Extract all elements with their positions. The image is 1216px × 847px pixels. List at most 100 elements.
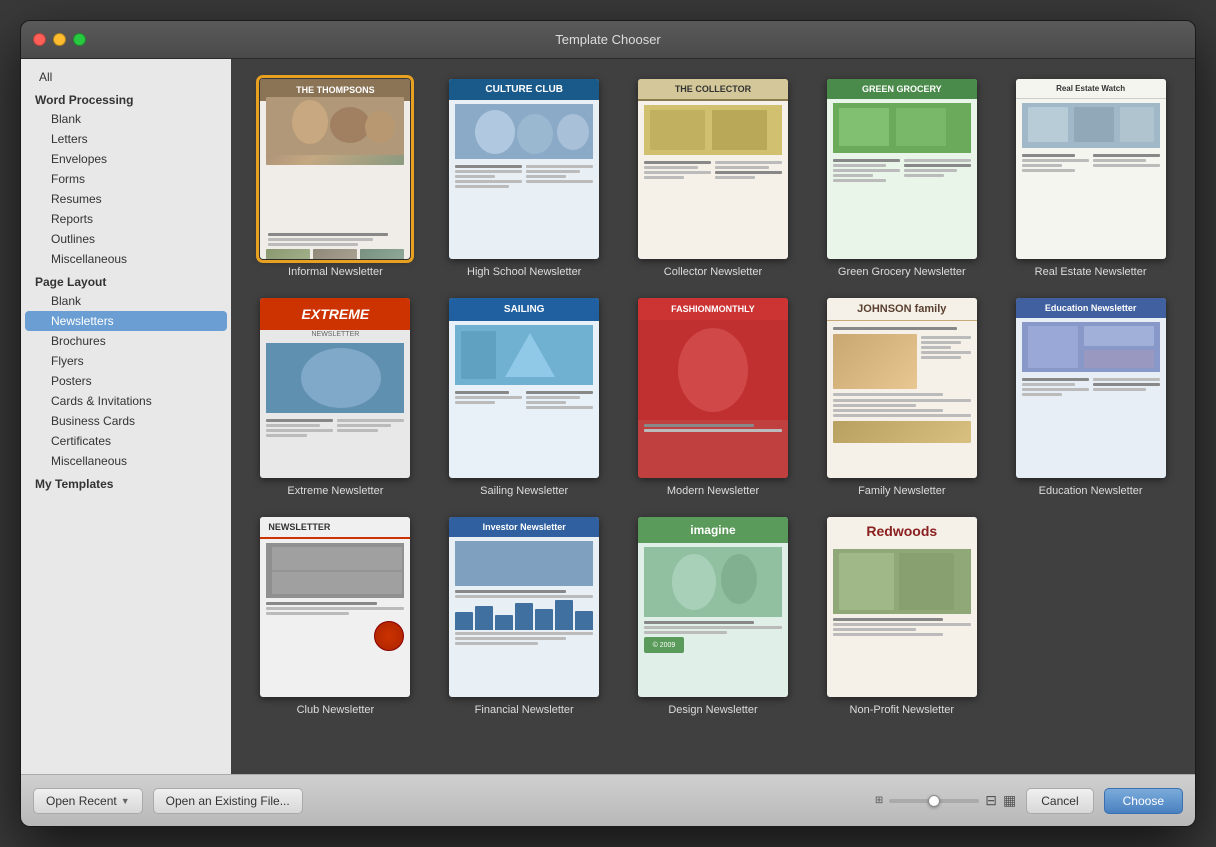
template-thumb-informal[interactable]: THE THOMPSONS bbox=[260, 79, 410, 259]
template-label-extreme: Extreme Newsletter bbox=[287, 485, 383, 497]
template-thumb-modern[interactable]: FASHIONMONTHLY bbox=[638, 298, 788, 478]
close-button[interactable] bbox=[33, 33, 46, 46]
sidebar-item-misc-pl[interactable]: Miscellaneous bbox=[25, 451, 227, 471]
template-label-grocery: Green Grocery Newsletter bbox=[838, 266, 966, 278]
template-modern[interactable]: FASHIONMONTHLY Modern Newsletter bbox=[629, 298, 798, 497]
financial-main-image bbox=[455, 541, 593, 586]
template-thumb-club[interactable]: NEWSLETTER bbox=[260, 517, 410, 697]
modern-header-text: FASHIONMONTHLY bbox=[638, 298, 788, 320]
template-collector[interactable]: THE COLLECTOR bbox=[629, 79, 798, 278]
nonprofit-header-text: Redwoods bbox=[827, 517, 977, 545]
highschool-header-text: CULTURE CLUB bbox=[449, 79, 599, 100]
maximize-button[interactable] bbox=[73, 33, 86, 46]
sidebar-item-business-cards[interactable]: Business Cards bbox=[25, 411, 227, 431]
template-label-collector: Collector Newsletter bbox=[664, 266, 762, 278]
education-header-text: Education Newsletter bbox=[1016, 298, 1166, 318]
template-thumb-extreme[interactable]: EXTREME NEWSLETTER bbox=[260, 298, 410, 478]
template-nonprofit[interactable]: Redwoods bbox=[817, 517, 986, 716]
sidebar-item-brochures[interactable]: Brochures bbox=[25, 331, 227, 351]
template-financial[interactable]: Investor Newsletter bbox=[440, 517, 609, 716]
zoom-out-icon[interactable]: ⊞ bbox=[875, 795, 883, 806]
design-main-image bbox=[644, 547, 782, 617]
toolbar: Open Recent ▼ Open an Existing File... ⊞… bbox=[21, 774, 1195, 826]
open-existing-label: Open an Existing File... bbox=[166, 794, 290, 808]
sidebar-item-resumes[interactable]: Resumes bbox=[25, 189, 227, 209]
sidebar-item-reports[interactable]: Reports bbox=[25, 209, 227, 229]
club-main-image bbox=[266, 543, 404, 598]
template-thumb-financial[interactable]: Investor Newsletter bbox=[449, 517, 599, 697]
sailing-header-text: SAILING bbox=[449, 298, 599, 321]
template-label-informal: Informal Newsletter bbox=[288, 266, 383, 278]
open-recent-button[interactable]: Open Recent ▼ bbox=[33, 788, 143, 814]
templates-grid: THE THOMPSONS bbox=[251, 79, 1175, 716]
sailing-text-cols bbox=[449, 389, 599, 411]
template-thumb-realestate[interactable]: Real Estate Watch bbox=[1016, 79, 1166, 259]
zoom-thumb bbox=[928, 795, 940, 807]
sidebar-item-all[interactable]: All bbox=[25, 67, 227, 87]
template-label-financial: Financial Newsletter bbox=[475, 704, 574, 716]
template-thumb-grocery[interactable]: GREEN GROCERY bbox=[827, 79, 977, 259]
template-club[interactable]: NEWSLETTER bbox=[251, 517, 420, 716]
realestate-text-cols bbox=[1016, 152, 1166, 174]
nonprofit-main-image bbox=[833, 549, 971, 614]
sidebar-item-cards-invitations[interactable]: Cards & Invitations bbox=[25, 391, 227, 411]
template-education[interactable]: Education Newsletter bbox=[1006, 298, 1175, 497]
minimize-button[interactable] bbox=[53, 33, 66, 46]
sidebar-item-misc-wp[interactable]: Miscellaneous bbox=[25, 249, 227, 269]
family-header-text: JOHNSON family bbox=[827, 298, 977, 321]
sidebar-item-blank-wp[interactable]: Blank bbox=[25, 109, 227, 129]
template-thumb-sailing[interactable]: SAILING bbox=[449, 298, 599, 478]
financial-header-text: Investor Newsletter bbox=[449, 517, 599, 537]
extreme-header-text: EXTREME bbox=[260, 298, 410, 330]
sidebar: All Word Processing Blank Letters Envelo… bbox=[21, 59, 231, 774]
template-label-sailing: Sailing Newsletter bbox=[480, 485, 568, 497]
zoom-in-icon[interactable]: ⊟ bbox=[985, 792, 997, 809]
template-design[interactable]: imagine bbox=[629, 517, 798, 716]
template-extreme[interactable]: EXTREME NEWSLETTER bbox=[251, 298, 420, 497]
zoom-slider[interactable] bbox=[889, 799, 979, 803]
template-sailing[interactable]: SAILING bbox=[440, 298, 609, 497]
sidebar-item-blank-pl[interactable]: Blank bbox=[25, 291, 227, 311]
template-grocery[interactable]: GREEN GROCERY bbox=[817, 79, 986, 278]
traffic-lights bbox=[33, 33, 86, 46]
main-content: THE THOMPSONS bbox=[231, 59, 1195, 774]
template-label-education: Education Newsletter bbox=[1039, 485, 1143, 497]
sidebar-item-outlines[interactable]: Outlines bbox=[25, 229, 227, 249]
sidebar-item-certificates[interactable]: Certificates bbox=[25, 431, 227, 451]
zoom-control: ⊞ ⊟ ▦ bbox=[875, 792, 1016, 809]
content-area: All Word Processing Blank Letters Envelo… bbox=[21, 59, 1195, 774]
template-thumb-highschool[interactable]: CULTURE CLUB bbox=[449, 79, 599, 259]
template-thumb-education[interactable]: Education Newsletter bbox=[1016, 298, 1166, 478]
sidebar-item-envelopes[interactable]: Envelopes bbox=[25, 149, 227, 169]
highschool-text-cols bbox=[449, 163, 599, 190]
template-thumb-design[interactable]: imagine bbox=[638, 517, 788, 697]
extreme-text-cols bbox=[260, 417, 410, 439]
sidebar-item-posters[interactable]: Posters bbox=[25, 371, 227, 391]
template-highschool[interactable]: CULTURE CLUB bbox=[440, 79, 609, 278]
sidebar-item-flyers[interactable]: Flyers bbox=[25, 351, 227, 371]
design-header-text: imagine bbox=[638, 517, 788, 543]
sidebar-item-forms[interactable]: Forms bbox=[25, 169, 227, 189]
sidebar-item-letters[interactable]: Letters bbox=[25, 129, 227, 149]
template-thumb-nonprofit[interactable]: Redwoods bbox=[827, 517, 977, 697]
template-family[interactable]: JOHNSON family bbox=[817, 298, 986, 497]
education-main-image bbox=[1022, 322, 1160, 372]
template-realestate[interactable]: Real Estate Watch bbox=[1006, 79, 1175, 278]
grocery-main-image bbox=[833, 103, 971, 153]
sidebar-item-newsletters[interactable]: Newsletters bbox=[25, 311, 227, 331]
cancel-button[interactable]: Cancel bbox=[1026, 788, 1093, 814]
dropdown-arrow-icon: ▼ bbox=[121, 796, 130, 806]
sidebar-category-page-layout: Page Layout bbox=[21, 269, 231, 291]
collector-text-cols bbox=[638, 159, 788, 181]
template-label-club: Club Newsletter bbox=[297, 704, 375, 716]
template-thumb-collector[interactable]: THE COLLECTOR bbox=[638, 79, 788, 259]
open-existing-button[interactable]: Open an Existing File... bbox=[153, 788, 303, 814]
template-thumb-family[interactable]: JOHNSON family bbox=[827, 298, 977, 478]
open-recent-label: Open Recent bbox=[46, 794, 117, 808]
template-informal[interactable]: THE THOMPSONS bbox=[251, 79, 420, 278]
template-chooser-window: Template Chooser All Word Processing Bla… bbox=[20, 20, 1196, 827]
grocery-text-cols bbox=[827, 157, 977, 184]
choose-button[interactable]: Choose bbox=[1104, 788, 1183, 814]
zoom-grid-icon[interactable]: ▦ bbox=[1003, 792, 1016, 809]
sidebar-category-my-templates: My Templates bbox=[21, 471, 231, 493]
